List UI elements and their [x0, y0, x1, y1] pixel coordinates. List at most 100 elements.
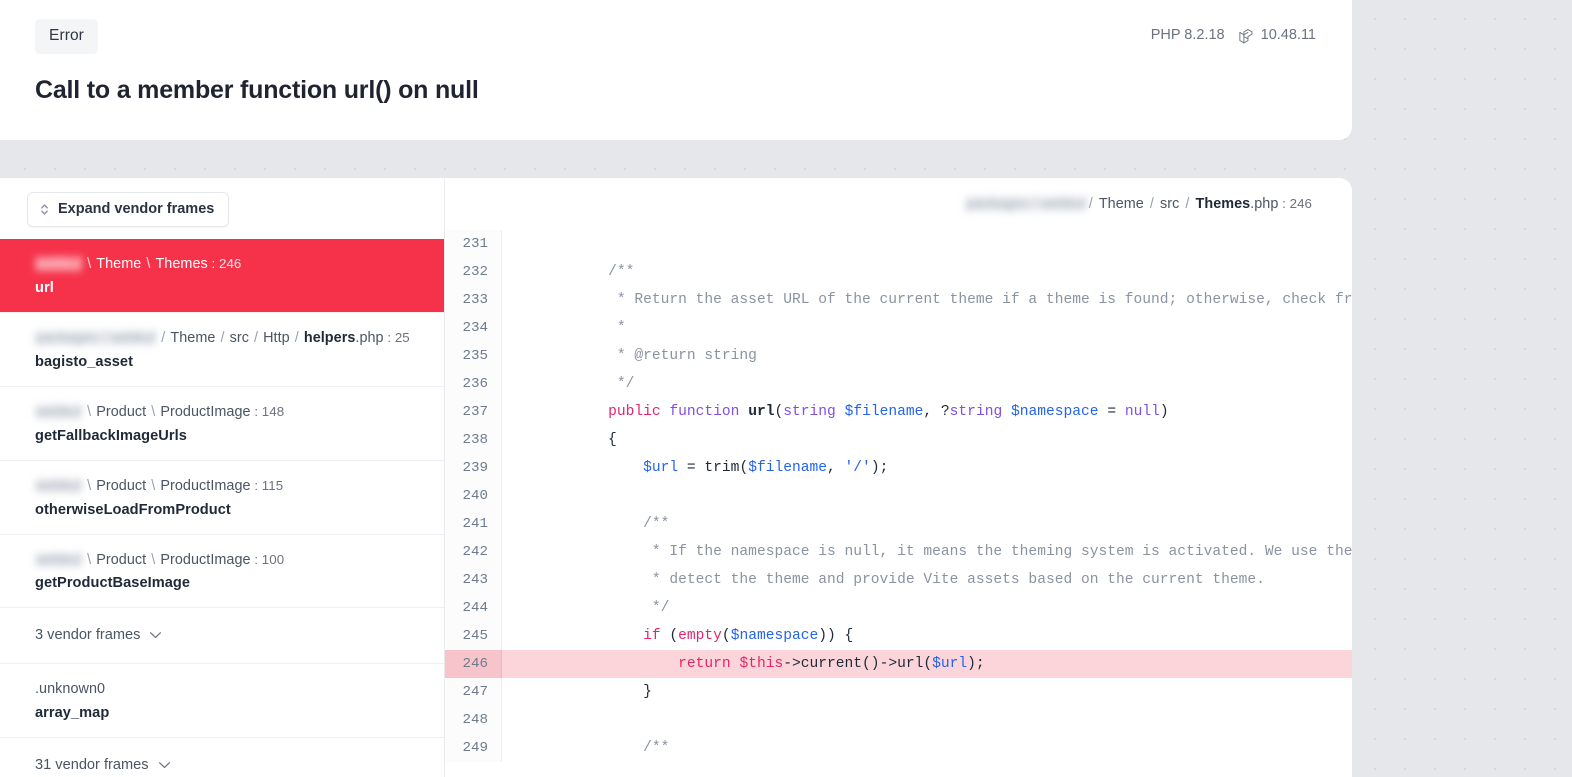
error-header-card: Error PHP 8.2.18 10.48.11 Call to a memb… — [0, 0, 1352, 140]
line-number: 233 — [445, 286, 502, 314]
code-token: string — [783, 404, 836, 420]
stack-frame-getProductBaseImage[interactable]: webkul \ Product \ ProductImage : 100 get… — [0, 533, 444, 608]
code-token: { — [538, 432, 617, 448]
path-segment: ProductImage — [160, 477, 251, 494]
code-text: * detect the theme and provide Vite asse… — [502, 566, 1352, 594]
code-token: * If the namespace is null, it means the… — [651, 544, 1352, 560]
code-line: 240 — [445, 482, 1352, 510]
frame-method: url — [35, 279, 54, 296]
path-segment: Theme — [96, 256, 142, 272]
path-separator: \ — [83, 477, 96, 494]
stack-frame-bagisto_asset[interactable]: packages / webkul / Theme / src / Http /… — [0, 311, 444, 386]
line-number: 238 — [445, 426, 502, 454]
path-segment: ProductImage — [160, 551, 251, 568]
code-token: /** — [538, 516, 670, 532]
path-separator: \ — [83, 256, 96, 272]
code-line: 231 — [445, 230, 1352, 258]
code-token: $filename — [844, 404, 924, 420]
vendor-frames-group-2[interactable]: 31 vendor frames — [0, 737, 444, 777]
code-text: /** — [502, 734, 1352, 762]
frame-method: getProductBaseImage — [35, 575, 191, 592]
version-info: PHP 8.2.18 10.48.11 — [1151, 19, 1316, 43]
code-text: public function url(string $filename, ?s… — [502, 398, 1352, 426]
path-segment: src — [229, 329, 249, 346]
code-token: '/' — [844, 460, 871, 476]
code-token: trim — [704, 460, 740, 476]
line-number: 235 — [445, 342, 502, 370]
line-number: 237 — [445, 398, 502, 426]
code-token: )) { — [818, 628, 854, 644]
line-number: 248 — [445, 706, 502, 734]
stack-frame-getFallbackImageUrls[interactable]: webkul \ Product \ ProductImage : 148 get… — [0, 385, 444, 460]
path-segment: Product — [96, 477, 147, 494]
line-number: 232 — [445, 258, 502, 286]
vendor-frames-label: 3 vendor frames — [35, 627, 141, 644]
code-token: ( — [660, 628, 679, 644]
frame-line-number: : 148 — [250, 403, 285, 419]
code-token: $namespace — [1010, 404, 1099, 420]
path-segment: Theme — [170, 329, 216, 346]
code-token: return — [678, 656, 731, 672]
code-line: 247 } — [445, 678, 1352, 706]
path-separator: / — [1145, 196, 1159, 212]
frame-method: getFallbackImageUrls — [35, 427, 187, 444]
code-token: $url — [643, 460, 679, 476]
code-line: 243 * detect the theme and provide Vite … — [445, 566, 1352, 594]
code-token: ->current()->url( — [783, 656, 933, 672]
line-number: 242 — [445, 538, 502, 566]
frames-list: webkul \ Theme \ Themes : 246 url packages… — [0, 239, 444, 608]
path-segment: Product — [96, 551, 147, 568]
path-separator: \ — [83, 551, 96, 568]
redacted-vendor-name: webkul — [35, 256, 83, 272]
code-token: ( — [721, 628, 731, 644]
code-token: ) — [1159, 404, 1169, 420]
vendor-frames-group-1[interactable]: 3 vendor frames — [0, 607, 444, 663]
error-type-badge: Error — [35, 19, 98, 54]
frame-method: array_map — [35, 705, 110, 722]
code-text: * If the namespace is null, it means the… — [502, 538, 1352, 566]
chevron-down-icon — [149, 631, 162, 639]
path-segment: Http — [263, 329, 290, 346]
line-number: 247 — [445, 678, 502, 706]
code-token: /** — [538, 740, 670, 756]
code-token: ( — [739, 460, 749, 476]
stack-frame-otherwiseLoadFromProduct[interactable]: webkul \ Product \ ProductImage : 115 oth… — [0, 459, 444, 534]
breadcrumb-path-rest: / Theme / src / Themes.php : 246 — [1087, 196, 1312, 212]
code-file-breadcrumb: packages / webkul / Theme / src / Themes… — [445, 178, 1352, 230]
laravel-icon — [1239, 28, 1254, 44]
path-separator: / — [1088, 196, 1097, 212]
path-segment: src — [1160, 196, 1180, 212]
frame-path: webkul \ Product \ ProductImage : 100 — [35, 550, 424, 571]
path-separator: / — [157, 329, 170, 346]
expand-vendor-frames-button[interactable]: Expand vendor frames — [27, 192, 230, 227]
code-token: = — [678, 460, 705, 476]
code-token: $url — [932, 656, 968, 672]
code-line: 239 $url = trim($filename, '/'); — [445, 454, 1352, 482]
code-token: ); — [870, 460, 889, 476]
code-token: * detect the theme and provide Vite asse… — [538, 572, 1265, 588]
code-line: 245 if (empty($namespace)) { — [445, 622, 1352, 650]
code-text: if (empty($namespace)) { — [502, 622, 1352, 650]
code-line: 238 { — [445, 426, 1352, 454]
frame-unknown0[interactable]: .unknown0 array_map — [0, 663, 444, 738]
stack-frame-url[interactable]: webkul \ Theme \ Themes : 246 url — [0, 239, 444, 312]
code-lines-container[interactable]: 231 232 /** 233 * Return the asset URL of … — [445, 230, 1352, 777]
line-number: 240 — [445, 482, 502, 510]
expand-vendor-frames-label: Expand vendor frames — [58, 201, 215, 217]
code-line: 232 /** — [445, 258, 1352, 286]
breadcrumb-file-name: Themes — [1195, 196, 1251, 212]
line-number: 249 — [445, 734, 502, 762]
error-message-title: Call to a member function url() on null — [35, 75, 479, 104]
line-number: 241 — [445, 510, 502, 538]
code-token: */ — [538, 600, 670, 616]
frame-path: packages / webkul / Theme / src / Http /… — [35, 328, 424, 349]
code-token: $namespace — [730, 628, 819, 644]
